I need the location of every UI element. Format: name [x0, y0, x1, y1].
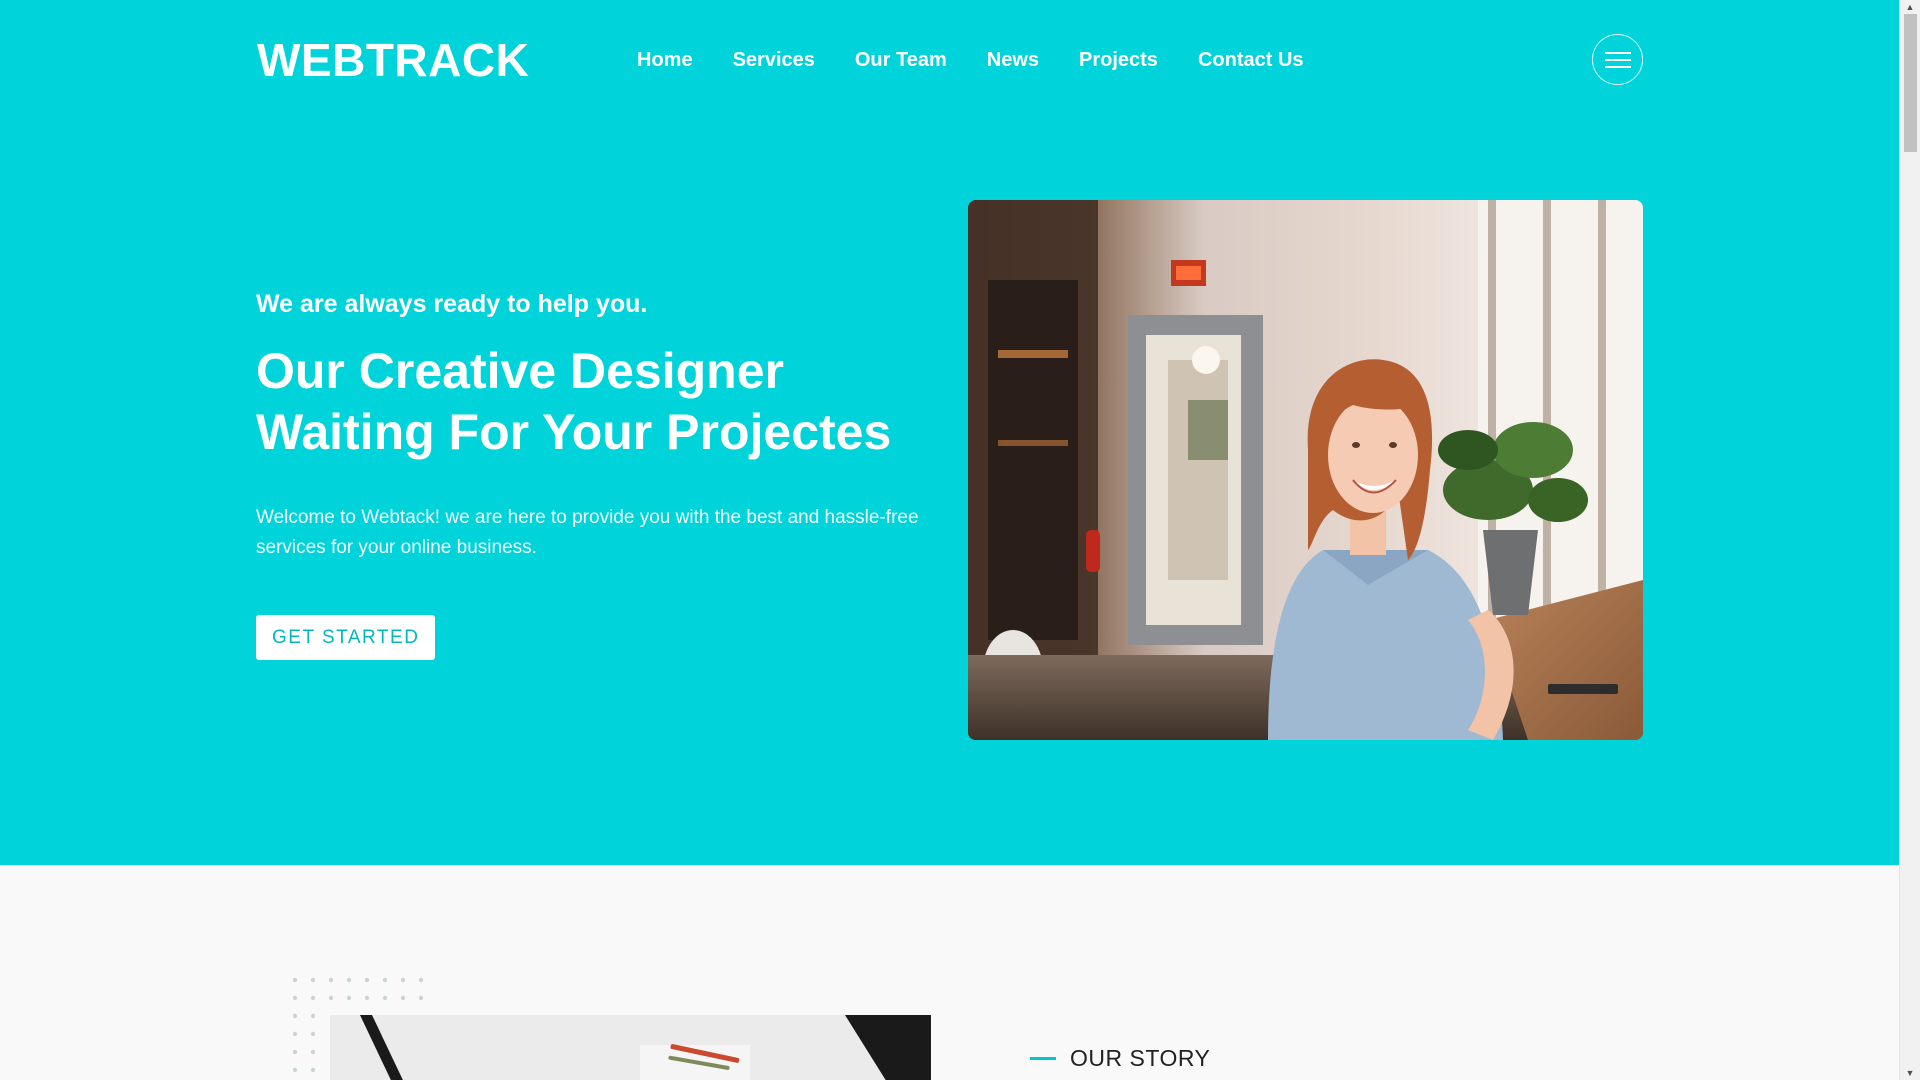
get-started-button[interactable]: GET STARTED: [256, 615, 436, 660]
nav-link-our-team[interactable]: Our Team: [855, 49, 947, 72]
scroll-down-arrow-icon[interactable]: ▼: [1900, 1066, 1920, 1080]
our-story-section: OUR STORY: [0, 865, 1899, 1080]
hero-headline-line1: Our Creative Designer: [256, 343, 784, 399]
nav-link-projects[interactable]: Projects: [1079, 49, 1158, 72]
hero-headline: Our Creative Designer Waiting For Your P…: [256, 341, 936, 463]
hero-photo: [968, 200, 1643, 740]
nav-links: Home Services Our Team News Projects Con…: [637, 49, 1304, 72]
site-logo[interactable]: WEBTRACK: [257, 33, 637, 87]
our-story-title: OUR STORY: [1070, 1045, 1211, 1071]
hero-intro: Welcome to Webtack! we are here to provi…: [256, 507, 919, 558]
hero-text: We are always ready to help you. Our Cre…: [256, 290, 936, 660]
nav-link-services[interactable]: Services: [733, 49, 815, 72]
story-photo-illustration: [330, 1015, 931, 1080]
our-story-heading: OUR STORY: [1030, 1045, 1210, 1072]
scrollbar-thumb[interactable]: [1904, 14, 1917, 152]
hamburger-menu-button[interactable]: [1592, 34, 1643, 85]
navbar: WEBTRACK Home Services Our Team News Pro…: [257, 30, 1643, 90]
hero-photo-illustration: [968, 200, 1643, 740]
nav-link-home[interactable]: Home: [637, 49, 693, 72]
hero-headline-line2: Waiting For Your Projectes: [256, 404, 892, 460]
vertical-scrollbar[interactable]: ▲ ▼: [1899, 0, 1920, 1080]
nav-link-contact-us[interactable]: Contact Us: [1198, 49, 1304, 72]
browser-viewport: WEBTRACK Home Services Our Team News Pro…: [0, 0, 1920, 1080]
hero-section: WEBTRACK Home Services Our Team News Pro…: [0, 0, 1899, 865]
scroll-up-arrow-icon[interactable]: ▲: [1900, 0, 1920, 14]
nav-link-news[interactable]: News: [987, 49, 1039, 72]
hero-tagline: We are always ready to help you.: [256, 290, 648, 318]
hamburger-menu-icon: [1604, 51, 1631, 68]
heading-accent-dash: [1030, 1057, 1056, 1060]
story-photo: [330, 1015, 931, 1080]
